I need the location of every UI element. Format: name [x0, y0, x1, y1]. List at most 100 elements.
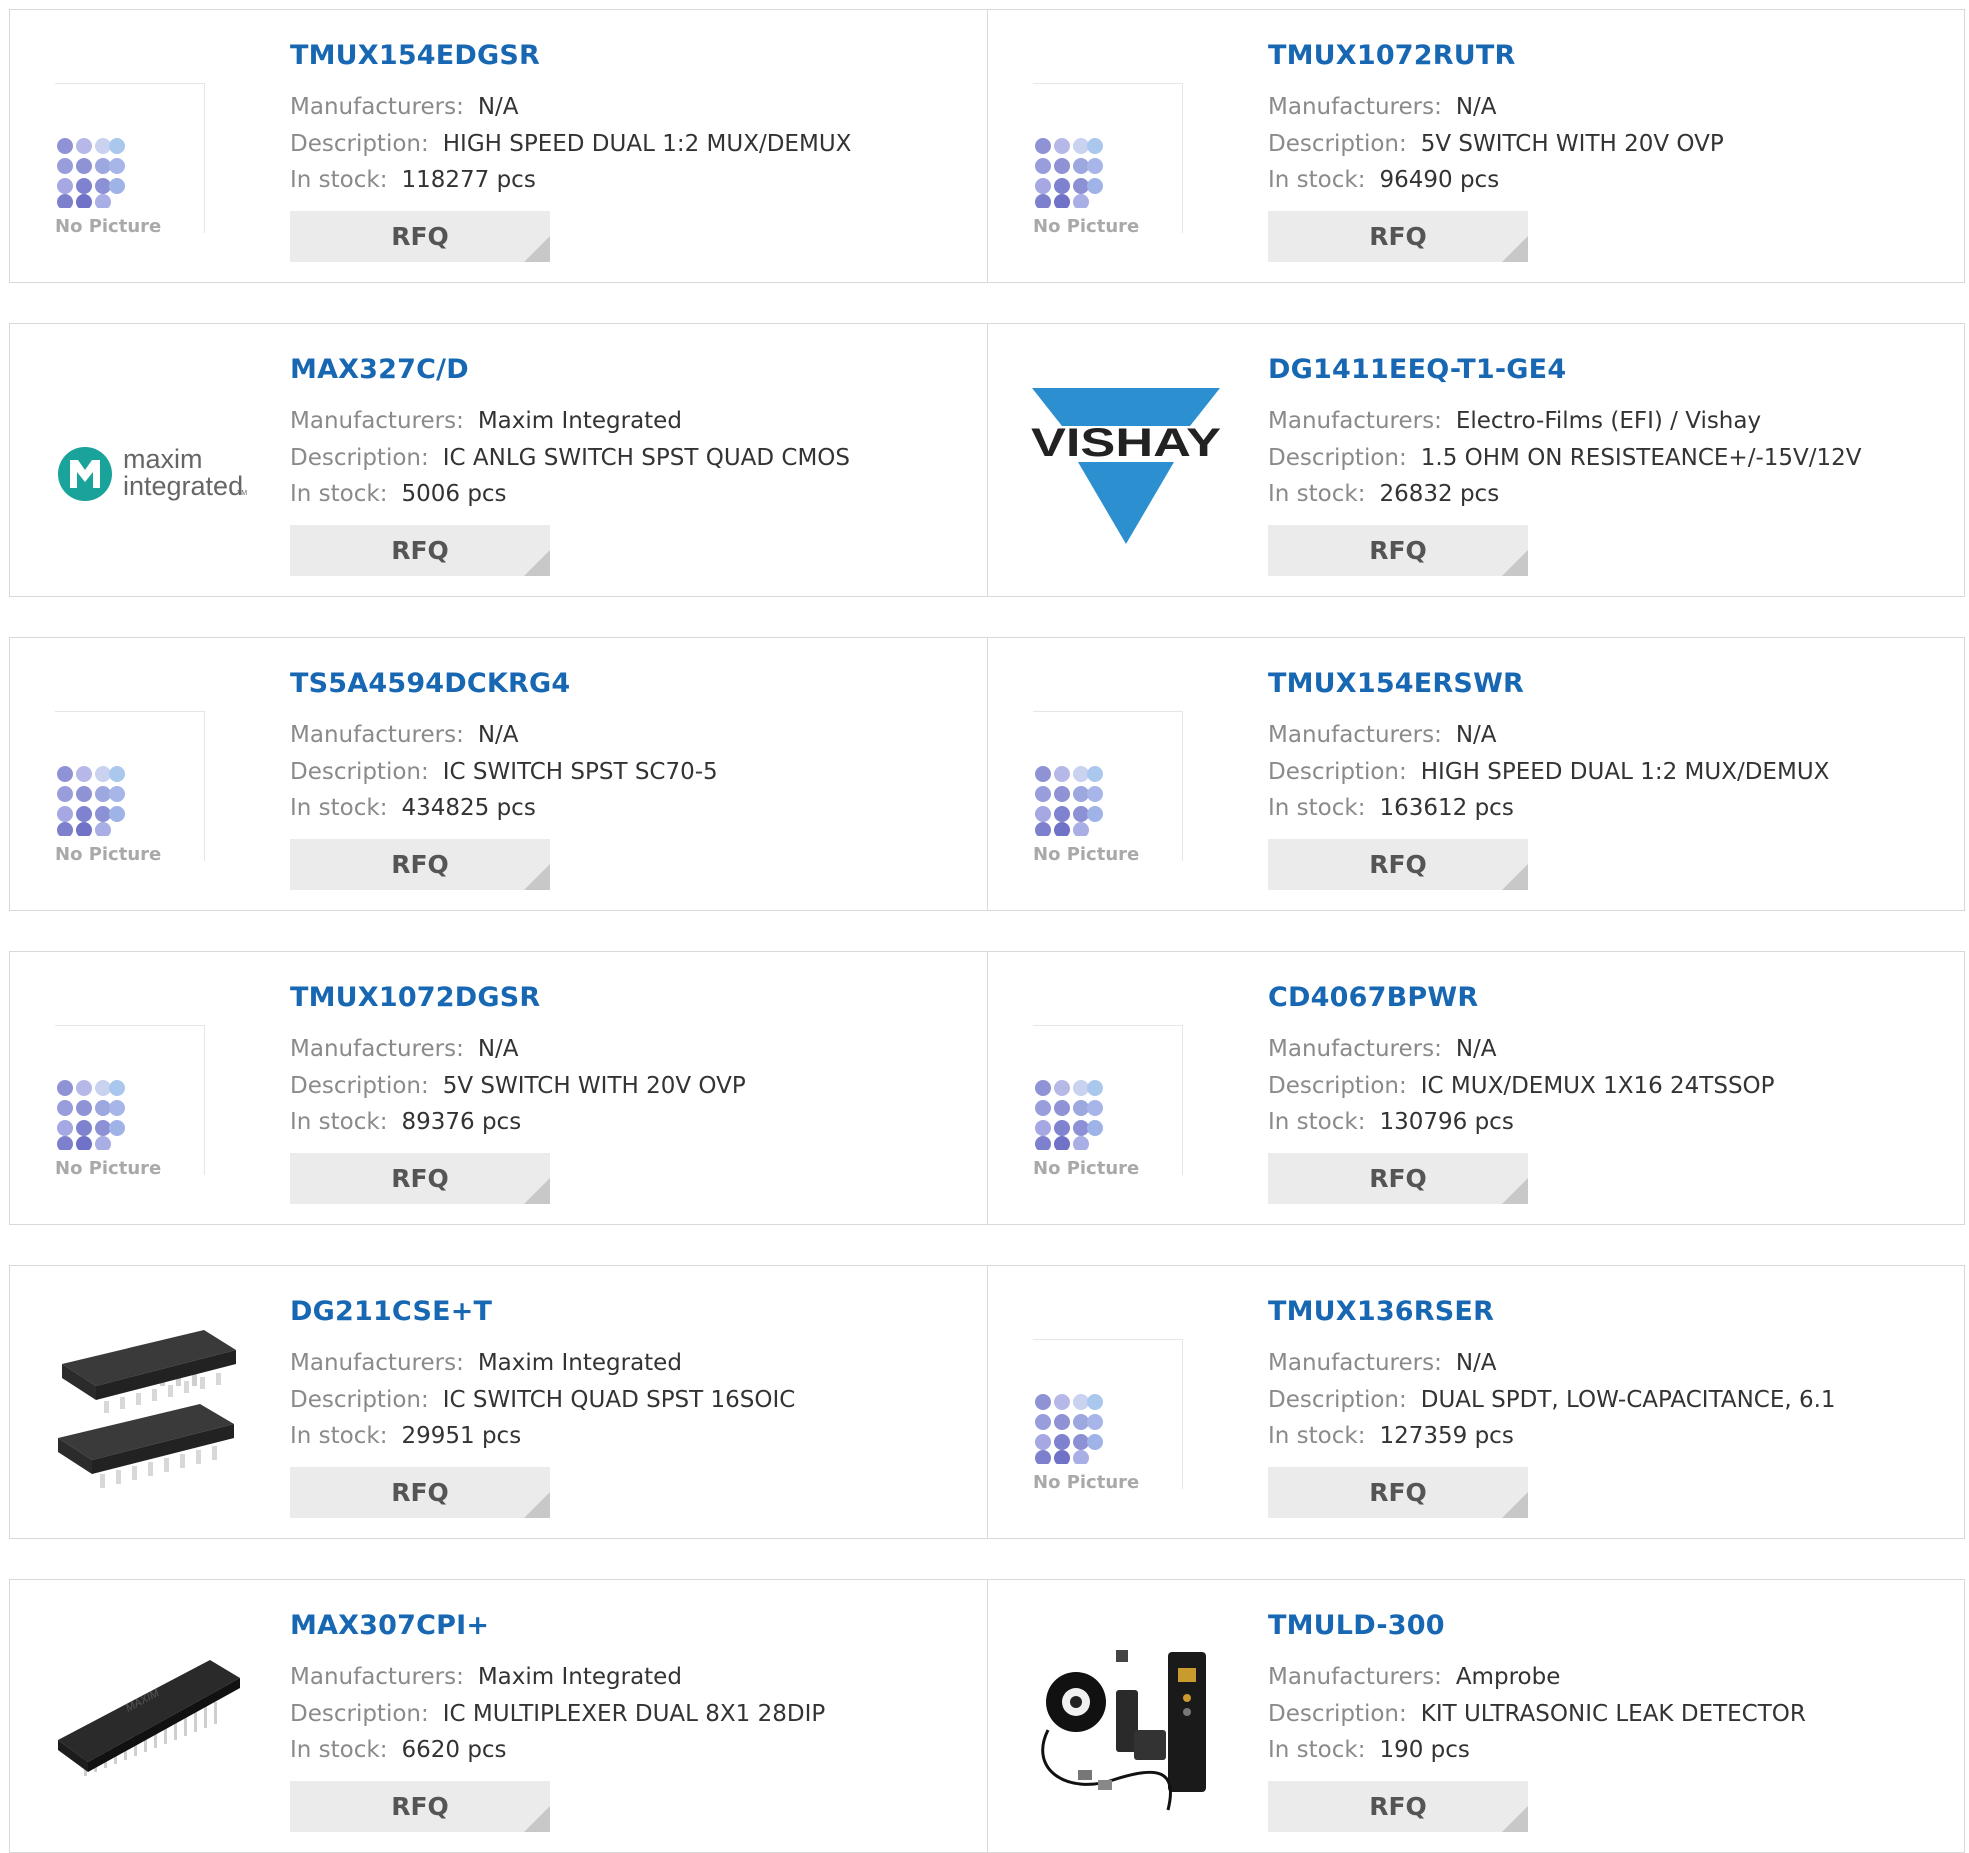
rfq-corner-decoration: [1502, 1806, 1528, 1832]
no-picture-placeholder: No Picture: [55, 83, 205, 237]
svg-text:TM: TM: [237, 490, 247, 497]
description-label: Description:: [1268, 1072, 1407, 1099]
rfq-button[interactable]: RFQ: [1268, 211, 1528, 262]
product-info: MAX327C/D Manufacturers: Maxim Integrated D…: [290, 354, 850, 513]
rfq-button[interactable]: RFQ: [290, 839, 550, 890]
product-name-link[interactable]: MAX307CPI+: [290, 1610, 825, 1641]
stock-line: In stock: 6620 pcs: [290, 1732, 825, 1769]
rfq-button[interactable]: RFQ: [290, 525, 550, 576]
product-name-link[interactable]: TMUX1072RUTR: [1268, 40, 1724, 71]
manufacturer-value: N/A: [477, 1036, 519, 1062]
no-picture-caption: No Picture: [1033, 216, 1146, 237]
manufacturer-line: Manufacturers: N/A: [290, 89, 851, 126]
product-info: TMUX1072RUTR Manufacturers: N/A Description…: [1268, 40, 1724, 199]
vishay-logo: VISHAY: [1031, 388, 1221, 544]
manufacturer-line: Manufacturers: Electro-Films (EFI) / Vish…: [1268, 403, 1862, 440]
product-info: TMUX1072DGSR Manufacturers: N/A Description…: [290, 982, 746, 1141]
description-line: Description: IC MULTIPLEXER DUAL 8X1 28DI…: [290, 1696, 825, 1733]
product-info: DG1411EEQ-T1-GE4 Manufacturers: Electro-Fi…: [1268, 354, 1862, 513]
stock-value: 130796 pcs: [1379, 1109, 1514, 1135]
manufacturer-line: Manufacturers: N/A: [290, 1031, 746, 1068]
rfq-label: RFQ: [391, 850, 449, 879]
manufacturer-line: Manufacturers: Maxim Integrated: [290, 403, 850, 440]
rfq-label: RFQ: [391, 1478, 449, 1507]
no-picture-icon: [55, 1078, 125, 1154]
product-name-link[interactable]: TMUX1072DGSR: [290, 982, 746, 1013]
manufacturer-value: Maxim Integrated: [477, 1664, 682, 1690]
description-line: Description: HIGH SPEED DUAL 1:2 MUX/DEMU…: [290, 126, 851, 163]
description-value: IC MULTIPLEXER DUAL 8X1 28DIP: [442, 1700, 826, 1727]
rfq-button[interactable]: RFQ: [290, 1467, 550, 1518]
description-value: IC MUX/DEMUX 1X16 24TSSOP: [1420, 1072, 1775, 1099]
product-name-link[interactable]: TMULD-300: [1268, 1610, 1806, 1641]
manufacturer-value: Maxim Integrated: [477, 408, 682, 434]
rfq-button[interactable]: RFQ: [290, 1153, 550, 1204]
stock-label: In stock:: [1268, 795, 1366, 821]
manufacturer-value: Amprobe: [1455, 1664, 1561, 1690]
no-picture-caption: No Picture: [55, 844, 168, 865]
rfq-button[interactable]: RFQ: [1268, 1467, 1528, 1518]
rfq-corner-decoration: [524, 1806, 550, 1832]
product-name-link[interactable]: CD4067BPWR: [1268, 982, 1775, 1013]
stock-value: 163612 pcs: [1379, 795, 1514, 821]
description-label: Description:: [1268, 1386, 1407, 1413]
manufacturer-line: Manufacturers: N/A: [1268, 1031, 1775, 1068]
manufacturer-line: Manufacturers: Amprobe: [1268, 1659, 1806, 1696]
stock-value: 26832 pcs: [1379, 481, 1500, 507]
rfq-button[interactable]: RFQ: [290, 1781, 550, 1832]
dip-chip-image: MAXIM: [58, 1660, 240, 1776]
no-picture-icon: [1033, 136, 1103, 212]
product-name-link[interactable]: MAX327C/D: [290, 354, 850, 385]
no-picture-caption: No Picture: [1033, 1472, 1146, 1493]
product-card: VISHAY DG1411EEQ-T1-GE4 Manufacturers: Elec…: [988, 324, 1965, 596]
product-info: TMUX154EDGSR Manufacturers: N/A Description…: [290, 40, 851, 199]
manufacturer-label: Manufacturers:: [1268, 722, 1442, 748]
product-row: MAXIM MAX307CPI+ Manufacturers: Maxim Integ…: [9, 1579, 1965, 1853]
no-picture-caption: No Picture: [55, 1158, 168, 1179]
rfq-button[interactable]: RFQ: [1268, 839, 1528, 890]
product-name-link[interactable]: TMUX154ERSWR: [1268, 668, 1829, 699]
manufacturer-label: Manufacturers:: [1268, 1350, 1442, 1376]
stock-line: In stock: 29951 pcs: [290, 1418, 795, 1455]
product-name-link[interactable]: TS5A4594DCKRG4: [290, 668, 718, 699]
rfq-button[interactable]: RFQ: [1268, 1153, 1528, 1204]
stock-line: In stock: 163612 pcs: [1268, 790, 1829, 827]
rfq-button[interactable]: RFQ: [1268, 1781, 1528, 1832]
rfq-button[interactable]: RFQ: [1268, 525, 1528, 576]
description-label: Description:: [1268, 758, 1407, 785]
no-picture-caption: No Picture: [1033, 1158, 1146, 1179]
rfq-label: RFQ: [1369, 850, 1427, 879]
product-info: CD4067BPWR Manufacturers: N/A Description: I…: [1268, 982, 1775, 1141]
no-picture-icon: [1033, 1392, 1103, 1468]
description-value: IC ANLG SWITCH SPST QUAD CMOS: [442, 444, 851, 471]
stock-value: 127359 pcs: [1379, 1423, 1514, 1449]
description-line: Description: IC MUX/DEMUX 1X16 24TSSOP: [1268, 1068, 1775, 1105]
svg-text:maxim: maxim: [123, 444, 203, 474]
description-value: IC SWITCH SPST SC70-5: [442, 758, 718, 785]
no-picture-icon: [1033, 1078, 1103, 1154]
manufacturer-value: N/A: [1455, 1036, 1497, 1062]
product-card: No Picture CD4067BPWR Manufacturers: N/A Des…: [988, 952, 1965, 1224]
no-picture-caption: No Picture: [1033, 844, 1146, 865]
rfq-corner-decoration: [524, 1178, 550, 1204]
product-card: No Picture TMUX154ERSWR Manufacturers: N/A D…: [988, 638, 1965, 910]
leak-detector-kit-image: [1041, 1650, 1206, 1811]
description-line: Description: IC ANLG SWITCH SPST QUAD CMO…: [290, 440, 850, 477]
manufacturer-line: Manufacturers: N/A: [290, 717, 718, 754]
product-row: maxim integrated TM MAX327C/D Manufacturers:…: [9, 323, 1965, 597]
product-name-link[interactable]: DG211CSE+T: [290, 1296, 795, 1327]
no-picture-placeholder: No Picture: [55, 711, 205, 865]
description-value: 1.5 OHM ON RESISTEANCE+/-15V/12V: [1420, 444, 1862, 471]
description-label: Description:: [1268, 130, 1407, 157]
rfq-button[interactable]: RFQ: [290, 211, 550, 262]
stock-label: In stock:: [290, 1423, 388, 1449]
svg-text:VISHAY: VISHAY: [1031, 421, 1221, 465]
product-name-link[interactable]: DG1411EEQ-T1-GE4: [1268, 354, 1862, 385]
rfq-label: RFQ: [1369, 1164, 1427, 1193]
description-label: Description:: [1268, 444, 1407, 471]
description-line: Description: HIGH SPEED DUAL 1:2 MUX/DEMU…: [1268, 754, 1829, 791]
rfq-label: RFQ: [391, 1792, 449, 1821]
product-name-link[interactable]: TMUX136RSER: [1268, 1296, 1836, 1327]
stock-label: In stock:: [290, 795, 388, 821]
product-name-link[interactable]: TMUX154EDGSR: [290, 40, 851, 71]
